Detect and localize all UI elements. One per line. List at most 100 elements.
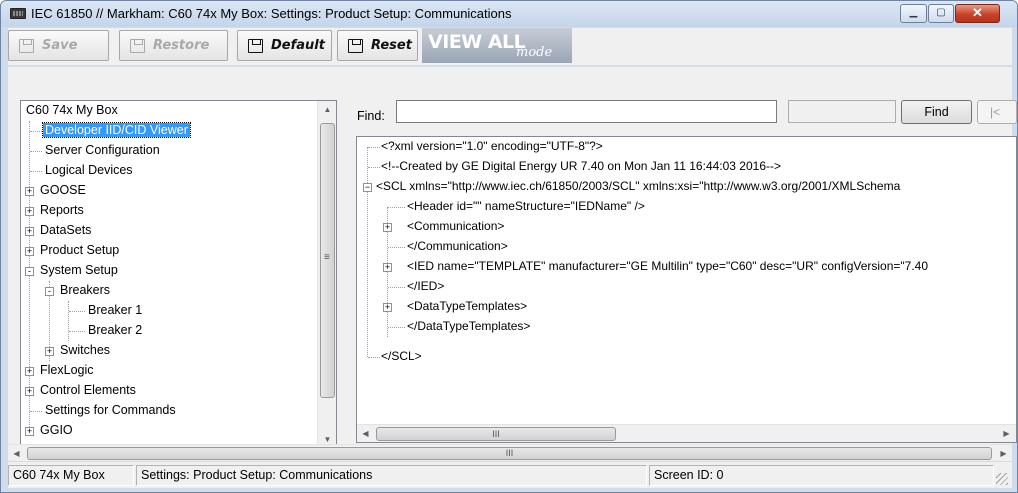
tree-item-breakers[interactable]: Breakers: [58, 281, 112, 301]
xml-line[interactable]: </DataTypeTemplates>: [407, 317, 530, 337]
expand-icon[interactable]: +: [25, 247, 34, 256]
xml-horizontal-scrollbar[interactable]: ◀ III ▶: [357, 424, 1016, 442]
tree-item-control-elements[interactable]: Control Elements: [38, 381, 138, 401]
default-icon: [248, 39, 263, 53]
collapse-icon[interactable]: -: [25, 267, 34, 276]
xml-line[interactable]: <?xml version="1.0" encoding="UTF-8"?>: [381, 137, 603, 157]
mode-label: mode: [516, 45, 553, 60]
scroll-right-icon[interactable]: ▶: [998, 425, 1015, 442]
tree-connector: [30, 171, 42, 172]
tree-connector: [30, 411, 42, 412]
grip-icon: ≡: [324, 252, 330, 263]
save-label: Save: [42, 38, 78, 53]
scroll-left-icon[interactable]: ◀: [8, 445, 25, 462]
status-bar: C60 74x My Box Settings: Product Setup: …: [8, 462, 1012, 488]
find-input[interactable]: [396, 100, 777, 123]
maximize-icon: ▢: [936, 7, 946, 18]
collapse-icon[interactable]: -: [45, 287, 54, 296]
minimize-icon: ▁: [909, 7, 918, 18]
xml-line[interactable]: <IED name="TEMPLATE" manufacturer="GE Mu…: [407, 257, 928, 277]
restore-icon: [130, 39, 145, 53]
expand-icon[interactable]: +: [45, 347, 54, 356]
tree-vertical-scrollbar[interactable]: ▲ ≡ ▼: [317, 101, 336, 451]
find-secondary-field[interactable]: [788, 100, 896, 123]
maximize-button[interactable]: ▢: [928, 4, 954, 23]
xml-line[interactable]: </Communication>: [407, 237, 508, 257]
settings-tree[interactable]: C60 74x My Box Developer IID/CID Viewer …: [20, 100, 337, 452]
xml-connector: [368, 357, 380, 358]
main-horizontal-scrollbar[interactable]: ◀ III ▶: [8, 444, 1012, 461]
scroll-left-icon[interactable]: ◀: [357, 425, 374, 442]
tree-item-switches[interactable]: Switches: [58, 341, 112, 361]
tree-item-breaker-2[interactable]: Breaker 2: [86, 321, 144, 341]
tree-item-reports[interactable]: Reports: [38, 201, 86, 221]
xml-viewer[interactable]: <?xml version="1.0" encoding="UTF-8"?> <…: [356, 136, 1017, 443]
find-label: Find:: [357, 109, 385, 123]
find-first-button[interactable]: |<: [977, 100, 1017, 124]
expand-icon[interactable]: +: [25, 227, 34, 236]
reset-button[interactable]: Reset: [337, 30, 418, 61]
collapse-icon[interactable]: −: [363, 183, 372, 192]
tree-connector: [30, 131, 42, 132]
xml-connector: [388, 247, 405, 248]
tree-item-system-setup[interactable]: System Setup: [38, 261, 120, 281]
main-scroll-thumb[interactable]: III: [27, 447, 992, 460]
tree-guide-line: [29, 121, 30, 431]
expand-icon[interactable]: +: [383, 263, 392, 272]
tree-item-developer-iid-cid-viewer[interactable]: Developer IID/CID Viewer: [42, 121, 191, 141]
tree-item-server-configuration[interactable]: Server Configuration: [43, 141, 162, 161]
window-title: IEC 61850 // Markham: C60 74x My Box: Se…: [31, 6, 512, 21]
find-button[interactable]: Find: [901, 100, 972, 124]
expand-icon[interactable]: +: [25, 427, 34, 436]
tree-item-product-setup[interactable]: Product Setup: [38, 241, 121, 261]
tree-item-datasets[interactable]: DataSets: [38, 221, 93, 241]
tree-item-logical-devices[interactable]: Logical Devices: [43, 161, 135, 181]
close-icon: ✕: [972, 5, 983, 20]
status-path: Settings: Product Setup: Communications: [136, 465, 647, 486]
minimize-button[interactable]: ▁: [900, 4, 927, 23]
reset-label: Reset: [371, 38, 412, 53]
tree-item-ggio[interactable]: GGIO: [38, 421, 75, 441]
tree-item-settings-for-commands[interactable]: Settings for Commands: [43, 401, 178, 421]
tree-item-breaker-1[interactable]: Breaker 1: [86, 301, 144, 321]
close-button[interactable]: ✕: [955, 4, 1000, 23]
expand-icon[interactable]: +: [383, 303, 392, 312]
save-icon: [19, 39, 34, 53]
tree-connector: [30, 151, 42, 152]
expand-icon[interactable]: +: [25, 387, 34, 396]
view-all-label: VIEW ALL: [428, 31, 526, 53]
expand-icon[interactable]: +: [383, 223, 392, 232]
restore-button[interactable]: Restore: [119, 30, 228, 61]
scroll-up-icon[interactable]: ▲: [319, 101, 336, 118]
status-device: C60 74x My Box: [8, 465, 134, 486]
xml-line[interactable]: <!--Created by GE Digital Energy UR 7.40…: [381, 157, 781, 177]
xml-line[interactable]: </IED>: [407, 277, 444, 297]
expand-icon[interactable]: +: [25, 187, 34, 196]
xml-line[interactable]: <DataTypeTemplates>: [407, 297, 527, 317]
xml-line[interactable]: <SCL xmlns="http://www.iec.ch/61850/2003…: [376, 177, 900, 197]
xml-scroll-thumb[interactable]: III: [376, 427, 616, 441]
default-label: Default: [271, 38, 325, 53]
xml-line[interactable]: <Header id="" nameStructure="IEDName" />: [407, 197, 645, 217]
xml-connector: [368, 147, 380, 148]
tree-scroll-thumb[interactable]: ≡: [320, 123, 335, 398]
tree-item-goose[interactable]: GOOSE: [38, 181, 88, 201]
xml-connector: [388, 207, 405, 208]
xml-guide-line: [367, 147, 368, 357]
tree-item-flexlogic[interactable]: FlexLogic: [38, 361, 96, 381]
save-button[interactable]: Save: [8, 30, 109, 61]
xml-line[interactable]: </SCL>: [381, 347, 422, 367]
xml-line[interactable]: <Communication>: [407, 217, 504, 237]
default-button[interactable]: Default: [237, 30, 332, 61]
expand-icon[interactable]: +: [25, 367, 34, 376]
resize-grip-icon[interactable]: [996, 473, 1008, 485]
view-all-mode-indicator[interactable]: VIEW ALL mode: [422, 28, 572, 63]
expand-icon[interactable]: +: [25, 207, 34, 216]
scroll-right-icon[interactable]: ▶: [995, 445, 1012, 462]
xml-connector: [388, 327, 405, 328]
title-bar[interactable]: IEC 61850 // Markham: C60 74x My Box: Se…: [1, 1, 1017, 27]
xml-connector: [388, 287, 405, 288]
restore-label: Restore: [153, 38, 210, 53]
tree-root[interactable]: C60 74x My Box: [24, 101, 120, 121]
tree-connector: [69, 311, 85, 312]
